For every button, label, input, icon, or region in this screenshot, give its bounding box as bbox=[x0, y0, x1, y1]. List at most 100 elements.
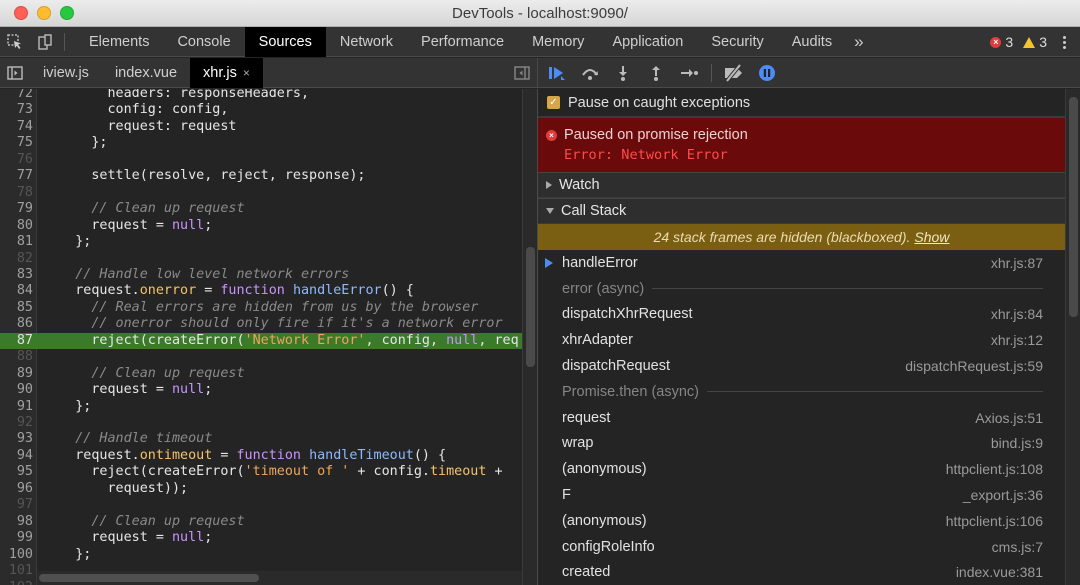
code-line[interactable]: 77 settle(resolve, reject, response); bbox=[0, 168, 522, 185]
line-number[interactable]: 93 bbox=[0, 431, 33, 448]
code-line[interactable]: 90 request = null; bbox=[0, 382, 522, 399]
current-stack-frame[interactable]: handleError xhr.js:87 bbox=[538, 250, 1065, 276]
line-number[interactable]: 73 bbox=[0, 102, 33, 119]
frame-location-link[interactable]: xhr.js:12 bbox=[991, 332, 1043, 348]
frame-location-link[interactable]: xhr.js:87 bbox=[991, 255, 1043, 271]
tab-security[interactable]: Security bbox=[697, 27, 777, 57]
code-line[interactable]: 96 request)); bbox=[0, 481, 522, 498]
line-number[interactable]: 80 bbox=[0, 218, 33, 235]
toggle-debugger-icon[interactable] bbox=[507, 58, 537, 88]
sidebar-scrollbar[interactable] bbox=[1065, 89, 1080, 585]
pause-on-caught-row[interactable]: ✓ Pause on caught exceptions bbox=[538, 89, 1065, 117]
more-tabs-button[interactable]: » bbox=[846, 32, 871, 52]
tab-audits[interactable]: Audits bbox=[778, 27, 846, 57]
stack-frame[interactable]: created index.vue:381 bbox=[538, 560, 1065, 585]
line-number[interactable]: 95 bbox=[0, 464, 33, 481]
code-line[interactable]: 88 bbox=[0, 349, 522, 366]
show-blackboxed-link[interactable]: Show bbox=[914, 229, 949, 245]
tab-memory[interactable]: Memory bbox=[518, 27, 598, 57]
line-number[interactable]: 83 bbox=[0, 267, 33, 284]
line-number[interactable]: 72 bbox=[0, 89, 33, 103]
line-number[interactable]: 75 bbox=[0, 135, 33, 152]
step-icon[interactable] bbox=[676, 60, 702, 86]
code-editor[interactable]: 72 headers: responseHeaders, 73 config: c… bbox=[0, 89, 537, 585]
frame-location-link[interactable]: httpclient.js:108 bbox=[946, 461, 1043, 477]
watch-section-header[interactable]: Watch bbox=[538, 172, 1065, 198]
code-line[interactable]: 83 // Handle low level network errors bbox=[0, 267, 522, 284]
line-number[interactable]: 76 bbox=[0, 152, 33, 169]
code-line[interactable]: 91 }; bbox=[0, 399, 522, 416]
file-tab-xhr-js[interactable]: xhr.js × bbox=[190, 57, 263, 88]
code-line[interactable]: 73 config: config, bbox=[0, 102, 522, 119]
line-number[interactable]: 84 bbox=[0, 283, 33, 300]
stack-frame[interactable]: dispatchXhrRequest xhr.js:84 bbox=[538, 302, 1065, 328]
tab-elements[interactable]: Elements bbox=[75, 27, 163, 57]
frame-location-link[interactable]: index.vue:381 bbox=[956, 564, 1043, 580]
line-number[interactable]: 74 bbox=[0, 119, 33, 136]
issue-counters[interactable]: × 3 3 bbox=[990, 27, 1080, 57]
code-line[interactable]: 95 reject(createError('timeout of ' + co… bbox=[0, 464, 522, 481]
code-line[interactable]: 85 // Real errors are hidden from us by … bbox=[0, 300, 522, 317]
line-number[interactable]: 99 bbox=[0, 530, 33, 547]
code-line[interactable]: 79 // Clean up request bbox=[0, 201, 522, 218]
line-number[interactable]: 97 bbox=[0, 497, 33, 514]
stack-frame[interactable]: configRoleInfo cms.js:7 bbox=[538, 534, 1065, 560]
zoom-window-button[interactable] bbox=[60, 6, 74, 20]
line-number[interactable]: 100 bbox=[0, 547, 33, 564]
frame-location-link[interactable]: Axios.js:51 bbox=[975, 410, 1043, 426]
line-number[interactable]: 87 bbox=[0, 333, 33, 350]
stack-frame[interactable]: (anonymous) httpclient.js:108 bbox=[538, 456, 1065, 482]
tab-console[interactable]: Console bbox=[163, 27, 244, 57]
toggle-navigator-icon[interactable] bbox=[0, 58, 30, 88]
step-out-icon[interactable] bbox=[643, 60, 669, 86]
device-toolbar-icon[interactable] bbox=[30, 27, 60, 57]
code-line[interactable]: 84 request.onerror = function handleErro… bbox=[0, 283, 522, 300]
code-line[interactable]: 74 request: request bbox=[0, 119, 522, 136]
file-tab-iview-js[interactable]: iview.js bbox=[30, 58, 102, 88]
frame-location-link[interactable]: bind.js:9 bbox=[991, 435, 1043, 451]
pause-on-caught-checkbox[interactable]: ✓ bbox=[547, 96, 560, 109]
code-line[interactable]: 78 bbox=[0, 185, 522, 202]
close-window-button[interactable] bbox=[14, 6, 28, 20]
code-line[interactable]: 97 bbox=[0, 497, 522, 514]
frame-location-link[interactable]: xhr.js:84 bbox=[991, 306, 1043, 322]
code-line[interactable]: 89 // Clean up request bbox=[0, 366, 522, 383]
highlighted-code-line[interactable]: 87 reject(createError('Network Error', c… bbox=[0, 332, 522, 350]
line-number[interactable]: 85 bbox=[0, 300, 33, 317]
line-number[interactable]: 81 bbox=[0, 234, 33, 251]
stack-frame[interactable]: request Axios.js:51 bbox=[538, 405, 1065, 431]
code-line[interactable]: 72 headers: responseHeaders, bbox=[0, 89, 522, 103]
code-line[interactable]: 92 bbox=[0, 415, 522, 432]
stack-frame[interactable]: dispatchRequest dispatchRequest.js:59 bbox=[538, 353, 1065, 379]
code-line[interactable]: 94 request.ontimeout = function handleTi… bbox=[0, 448, 522, 465]
deactivate-breakpoints-icon[interactable] bbox=[721, 60, 747, 86]
code-line[interactable]: 86 // onerror should only fire if it's a… bbox=[0, 316, 522, 333]
line-number[interactable]: 91 bbox=[0, 399, 33, 416]
code-line[interactable]: 100 }; bbox=[0, 547, 522, 564]
code-line[interactable]: 99 request = null; bbox=[0, 530, 522, 547]
line-number[interactable]: 78 bbox=[0, 185, 33, 202]
stack-frame[interactable]: F _export.js:36 bbox=[538, 482, 1065, 508]
frame-location-link[interactable]: dispatchRequest.js:59 bbox=[905, 358, 1043, 374]
line-number[interactable]: 82 bbox=[0, 251, 33, 268]
code-line[interactable]: 76 bbox=[0, 152, 522, 169]
resume-icon[interactable] bbox=[544, 60, 570, 86]
tab-sources[interactable]: Sources bbox=[244, 26, 326, 57]
code-line[interactable]: 75 }; bbox=[0, 135, 522, 152]
tab-network[interactable]: Network bbox=[326, 27, 407, 57]
line-number[interactable]: 102 bbox=[0, 580, 33, 585]
step-over-icon[interactable] bbox=[577, 60, 603, 86]
frame-location-link[interactable]: httpclient.js:106 bbox=[946, 513, 1043, 529]
more-options-icon[interactable] bbox=[1063, 35, 1066, 49]
line-number[interactable]: 98 bbox=[0, 514, 33, 531]
line-number[interactable]: 90 bbox=[0, 382, 33, 399]
step-into-icon[interactable] bbox=[610, 60, 636, 86]
line-number[interactable]: 101 bbox=[0, 563, 33, 580]
line-number[interactable]: 96 bbox=[0, 481, 33, 498]
file-tab-index-vue[interactable]: index.vue bbox=[102, 58, 190, 88]
tab-application[interactable]: Application bbox=[598, 27, 697, 57]
editor-vertical-scrollbar[interactable] bbox=[522, 89, 537, 585]
code-line[interactable]: 81 }; bbox=[0, 234, 522, 251]
close-tab-icon[interactable]: × bbox=[243, 58, 250, 88]
code-line[interactable]: 82 bbox=[0, 251, 522, 268]
